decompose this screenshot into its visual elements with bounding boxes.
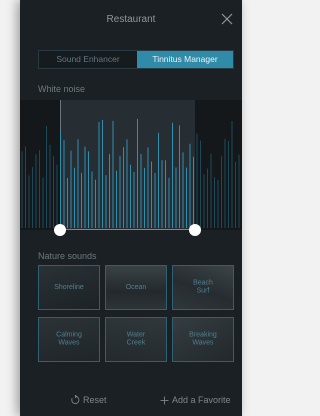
add-favorite-label: Add a Favorite: [172, 395, 231, 405]
tab-tinnitus-manager[interactable]: Tinnitus Manager: [137, 51, 233, 68]
white-noise-label: White noise: [38, 84, 86, 94]
tile-breaking-waves[interactable]: Breaking Waves: [172, 317, 234, 362]
page-title: Restaurant: [106, 14, 156, 25]
tile-label: Calming Waves: [56, 331, 82, 347]
tile-label: Beach Surf: [193, 279, 213, 295]
plus-icon: [160, 396, 169, 404]
tile-label: Shoreline: [54, 283, 84, 291]
tile-calming-waves[interactable]: Calming Waves: [38, 317, 100, 362]
phone-screen: Restaurant Sound Enhancer Tinnitus Manag…: [20, 0, 242, 416]
reset-label: Reset: [83, 395, 107, 405]
range-handle-right[interactable]: [189, 224, 201, 236]
tile-beach-surf[interactable]: Beach Surf: [172, 265, 234, 310]
range-baseline: [60, 229, 194, 230]
range-handle-left[interactable]: [54, 224, 66, 236]
close-icon[interactable]: [220, 12, 234, 26]
tile-label: Ocean: [125, 283, 147, 291]
add-favorite-button[interactable]: Add a Favorite: [160, 395, 231, 405]
tile-label: Breaking Waves: [189, 331, 217, 347]
footer-bar: Reset Add a Favorite: [20, 386, 242, 416]
header: Restaurant: [20, 0, 242, 40]
reset-icon: [71, 395, 80, 405]
tile-label: Water Creek: [126, 331, 146, 347]
nature-sounds-label: Nature sounds: [38, 251, 97, 261]
tile-water-creek[interactable]: Water Creek: [105, 317, 167, 362]
noise-spectrum-bars: [21, 118, 240, 228]
tile-ocean[interactable]: Ocean: [105, 265, 167, 310]
tile-shoreline[interactable]: Shoreline: [38, 265, 100, 310]
white-noise-range-selector[interactable]: [20, 100, 242, 230]
mode-segmented-control: Sound Enhancer Tinnitus Manager: [38, 50, 234, 69]
reset-button[interactable]: Reset: [70, 395, 107, 405]
tab-sound-enhancer[interactable]: Sound Enhancer: [39, 51, 137, 68]
